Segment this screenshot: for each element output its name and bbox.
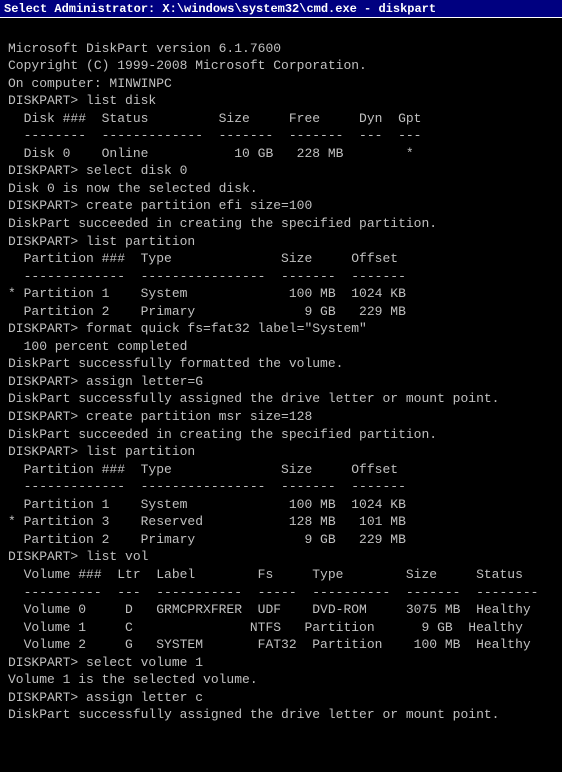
terminal-line: DiskPart successfully assigned the drive… [8,390,554,408]
terminal-line: 100 percent completed [8,338,554,356]
terminal-line: Disk 0 Online 10 GB 228 MB * [8,145,554,163]
terminal-line: DISKPART> create partition efi size=100 [8,197,554,215]
terminal-line: -------- ------------- ------- ------- -… [8,127,554,145]
terminal-line: DISKPART> format quick fs=fat32 label="S… [8,320,554,338]
terminal-line: DISKPART> create partition msr size=128 [8,408,554,426]
terminal-line: On computer: MINWINPC [8,75,554,93]
terminal-line: Volume 0 D GRMCPRXFRER UDF DVD-ROM 3075 … [8,601,554,619]
terminal-line: DISKPART> assign letter=G [8,373,554,391]
terminal-line: ---------- --- ----------- ----- -------… [8,584,554,602]
terminal-line: DISKPART> select disk 0 [8,162,554,180]
terminal-line: DiskPart succeeded in creating the speci… [8,426,554,444]
terminal-line: DiskPart succeeded in creating the speci… [8,215,554,233]
terminal-line: Volume ### Ltr Label Fs Type Size Status [8,566,554,584]
terminal-line: Partition 1 System 100 MB 1024 KB [8,496,554,514]
terminal-line: * Partition 1 System 100 MB 1024 KB [8,285,554,303]
terminal-line: Partition 2 Primary 9 GB 229 MB [8,531,554,549]
terminal-line: Volume 1 C NTFS Partition 9 GB Healthy [8,619,554,637]
terminal-line: Volume 1 is the selected volume. [8,671,554,689]
terminal-line: DISKPART> list partition [8,443,554,461]
terminal-line: DISKPART> list disk [8,92,554,110]
terminal-line: Partition ### Type Size Offset [8,250,554,268]
terminal-line: Disk 0 is now the selected disk. [8,180,554,198]
terminal-line: Partition ### Type Size Offset [8,461,554,479]
terminal-line: Copyright (C) 1999-2008 Microsoft Corpor… [8,57,554,75]
terminal-line: * Partition 3 Reserved 128 MB 101 MB [8,513,554,531]
terminal-line: DISKPART> assign letter c [8,689,554,707]
title-bar-label: Select Administrator: X:\windows\system3… [4,2,436,16]
terminal-line: ------------- ---------------- ------- -… [8,478,554,496]
terminal-line: DISKPART> select volume 1 [8,654,554,672]
terminal-line: DISKPART> list partition [8,233,554,251]
terminal-line: DiskPart successfully formatted the volu… [8,355,554,373]
title-bar: Select Administrator: X:\windows\system3… [0,0,562,18]
terminal-line: DiskPart successfully assigned the drive… [8,706,554,724]
terminal-line: ------------- ---------------- ------- -… [8,268,554,286]
terminal: Microsoft DiskPart version 6.1.7600Copyr… [0,18,562,772]
terminal-line: Volume 2 G SYSTEM FAT32 Partition 100 MB… [8,636,554,654]
terminal-line: Microsoft DiskPart version 6.1.7600 [8,40,554,58]
terminal-line: Partition 2 Primary 9 GB 229 MB [8,303,554,321]
terminal-line: DISKPART> list vol [8,548,554,566]
terminal-line: Disk ### Status Size Free Dyn Gpt [8,110,554,128]
